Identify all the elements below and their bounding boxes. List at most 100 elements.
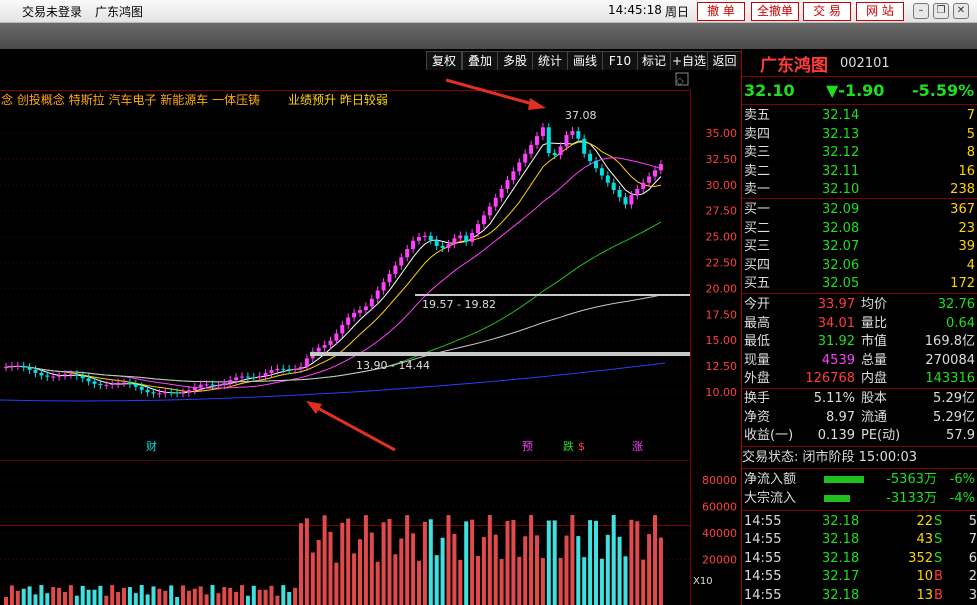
candle-body[interactable] [86, 378, 91, 382]
restore-icon[interactable]: ❐ [933, 3, 949, 19]
candle-body[interactable] [476, 224, 480, 233]
candle-body[interactable] [369, 298, 374, 307]
candle-body[interactable] [393, 265, 398, 274]
candle-body[interactable] [529, 144, 534, 154]
candle-body[interactable] [535, 136, 539, 145]
candle-body[interactable] [440, 245, 445, 248]
ask-row[interactable]: 卖二 32.11 16 [742, 162, 977, 181]
candle-body[interactable] [204, 384, 209, 386]
candle-body[interactable] [157, 393, 162, 395]
candle-body[interactable] [599, 168, 604, 176]
menu-f10[interactable]: F10 [602, 51, 638, 72]
candle-body[interactable] [263, 373, 268, 377]
trade-button[interactable]: 交 易 [803, 2, 851, 21]
candle-body[interactable] [641, 182, 646, 189]
candle-body[interactable] [181, 392, 185, 394]
candle-body[interactable] [617, 189, 622, 198]
candle-body[interactable] [304, 358, 309, 367]
candle-body[interactable] [452, 238, 457, 245]
candle-body[interactable] [328, 340, 333, 346]
candle-body[interactable] [269, 370, 274, 374]
candle-body[interactable] [511, 171, 516, 181]
candle-body[interactable] [281, 368, 286, 370]
candle-body[interactable] [133, 384, 138, 387]
candle-body[interactable] [505, 180, 510, 189]
candle-body[interactable] [517, 162, 522, 172]
candle-body[interactable] [411, 240, 416, 250]
candle-body[interactable] [80, 375, 85, 379]
candle-body[interactable] [216, 385, 221, 387]
candle-body[interactable] [546, 127, 551, 154]
candle-body[interactable] [21, 365, 26, 368]
candle-body[interactable] [104, 384, 109, 386]
bid-row[interactable]: 买五 32.05 172 [742, 274, 977, 293]
candle-body[interactable] [45, 375, 50, 377]
candle-body[interactable] [293, 368, 298, 370]
candle-body[interactable] [334, 333, 339, 341]
candle-body[interactable] [358, 310, 362, 313]
candle-body[interactable] [375, 290, 380, 299]
candle-body[interactable] [594, 160, 598, 169]
candle-body[interactable] [322, 345, 327, 348]
candle-body[interactable] [458, 235, 463, 239]
candle-body[interactable] [647, 176, 652, 183]
candle-body[interactable] [210, 384, 215, 386]
candle-body[interactable] [470, 232, 475, 242]
candle-body[interactable] [68, 374, 73, 376]
menu-back[interactable]: 返回 [707, 51, 742, 72]
ask-row[interactable]: 卖五 32.14 7 [742, 106, 977, 125]
menu-overlay[interactable]: 叠加 [462, 51, 498, 72]
candle-body[interactable] [428, 235, 433, 241]
candle-body[interactable] [74, 374, 79, 376]
candle-body[interactable] [9, 366, 14, 368]
candle-body[interactable] [51, 376, 56, 378]
candle-body[interactable] [405, 249, 410, 258]
menu-mark[interactable]: 标记 [637, 51, 671, 72]
website-button[interactable]: 网 站 [856, 2, 904, 21]
menu-multi-stock[interactable]: 多股 [497, 51, 533, 72]
ask-row[interactable]: 卖三 32.12 8 [742, 143, 977, 162]
candle-body[interactable] [493, 197, 498, 207]
candle-body[interactable] [192, 386, 197, 391]
candle-body[interactable] [588, 153, 593, 161]
candle-body[interactable] [316, 347, 321, 352]
close-icon[interactable]: ✕ [953, 3, 969, 19]
candle-body[interactable] [234, 377, 239, 380]
candle-body[interactable] [635, 188, 640, 196]
menu-draw-line[interactable]: 画线 [567, 51, 603, 72]
candle-body[interactable] [222, 383, 227, 386]
menu-statistics[interactable]: 统计 [532, 51, 568, 72]
candle-body[interactable] [363, 306, 368, 311]
candle-body[interactable] [540, 127, 545, 137]
candle-body[interactable] [381, 282, 386, 291]
minimize-icon[interactable]: – [913, 3, 929, 19]
candle-body[interactable] [399, 257, 404, 266]
candle-body[interactable] [564, 134, 569, 147]
candle-body[interactable] [340, 324, 345, 334]
candle-body[interactable] [422, 235, 427, 237]
bid-row[interactable]: 买四 32.06 4 [742, 256, 977, 275]
candle-body[interactable] [446, 244, 451, 248]
candle-body[interactable] [4, 367, 8, 369]
candle-body[interactable] [116, 382, 121, 384]
candle-body[interactable] [275, 368, 280, 371]
candle-body[interactable] [346, 317, 351, 325]
candle-body[interactable] [240, 376, 244, 378]
candle-body[interactable] [122, 382, 126, 384]
candle-body[interactable] [139, 386, 144, 390]
bid-row[interactable]: 买三 32.07 39 [742, 237, 977, 256]
candle-body[interactable] [434, 240, 439, 246]
candle-body[interactable] [623, 197, 628, 205]
candle-body[interactable] [57, 375, 62, 377]
candle-body[interactable] [582, 138, 587, 154]
candle-body[interactable] [151, 392, 156, 394]
cancel-order-button[interactable]: 撤 单 [697, 2, 745, 21]
cancel-all-button[interactable]: 全撤单 [751, 2, 799, 21]
bid-row[interactable]: 买一 32.09 367 [742, 200, 977, 219]
candle-body[interactable] [198, 384, 203, 387]
candle-body[interactable] [570, 131, 575, 135]
candle-body[interactable] [63, 374, 67, 376]
candle-body[interactable] [658, 164, 663, 171]
candle-body[interactable] [287, 369, 292, 371]
menu-add-favorite[interactable]: +自选 [670, 51, 708, 72]
